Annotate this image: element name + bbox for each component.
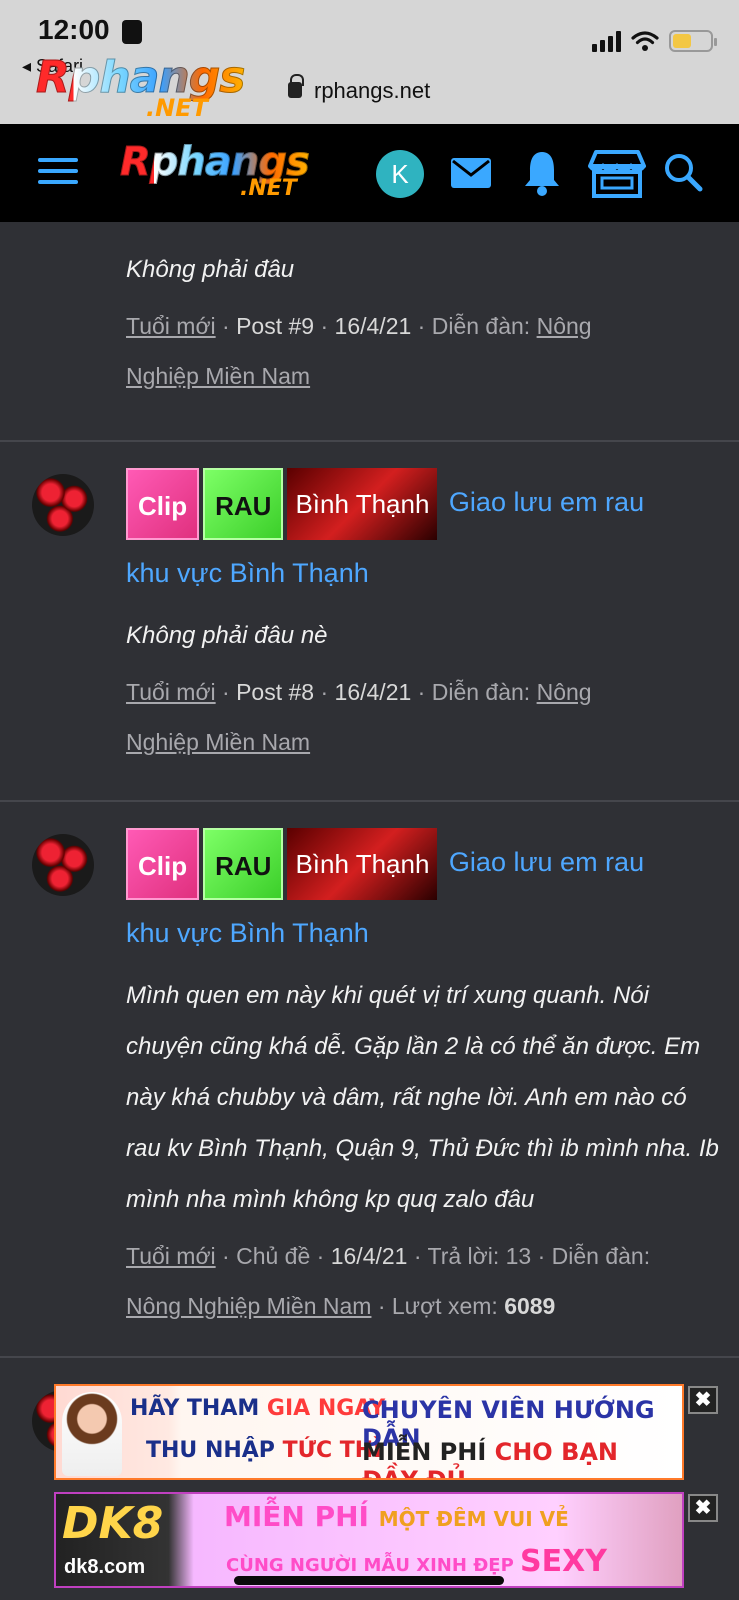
thread-title: Giao lưu em rau [441, 847, 645, 878]
lock-screen-icon [122, 20, 142, 44]
forum-link[interactable]: Nông [537, 313, 592, 339]
thread-title: khu vực Bình Thạnh [126, 558, 369, 588]
post-snippet: Không phải đâu nè [126, 622, 328, 649]
status-icons [592, 30, 717, 52]
bell-icon[interactable] [522, 148, 562, 198]
ad-text: HÃY THAM [130, 1396, 267, 1421]
status-bar: 12:00 ◂ Safari Rphangs .NET rphangs.net [0, 0, 739, 124]
prefix-rau-tag: RAU [203, 468, 284, 540]
ad-banner-bottom[interactable]: DK8 dk8.com MIỄN PHÍ MỘT ĐÊM VUI VẺ CÙNG… [54, 1492, 684, 1588]
post-meta: Tuổi mới · Post #8 · 16/4/21 · Diễn đàn:… [126, 679, 592, 755]
cellular-signal-icon [592, 30, 621, 52]
site-header: Rphangs .NET K [0, 124, 739, 222]
clock-time: 12:00 [38, 14, 110, 45]
post-snippet: Không phải đâu [126, 256, 295, 283]
post-meta: Tuổi mới · Chủ đề · 16/4/21 · Trả lời: 1… [126, 1243, 651, 1319]
prefix-clip-tag: Clip [126, 468, 200, 540]
prefix-clip-tag: Clip [126, 828, 200, 900]
list-item[interactable]: Clip RAU Bình Thạnh Giao lưu em rau khu vự… [0, 802, 739, 1358]
ad-close-button[interactable]: ✖ [688, 1494, 718, 1522]
user-avatar-button[interactable]: K [376, 150, 424, 198]
forum-link[interactable]: Nông [537, 679, 592, 705]
site-logo-small: Rphangs .NET [35, 52, 245, 122]
list-item[interactable]: Clip RAU Bình Thạnh Giao lưu em rau khu vự… [0, 442, 739, 802]
ad-text: CÙNG NGƯỜI MẪU XINH ĐẸP [226, 1555, 521, 1576]
ad-model-image [62, 1392, 122, 1476]
ad-banner-top[interactable]: HÃY THAM GIA NGAY THU NHẬP TỨC THÌ CHUYÊ… [54, 1384, 684, 1480]
address-bar-url[interactable]: rphangs.net [314, 78, 430, 104]
author-link[interactable]: Tuổi mới [126, 313, 216, 339]
battery-icon [669, 30, 717, 52]
ad-text: SEXY [520, 1544, 607, 1579]
list-item[interactable]: Không phải đâu Tuổi mới · Post #9 · 16/4… [0, 222, 739, 442]
ad-domain: dk8.com [64, 1556, 146, 1578]
url-lock-icon [288, 74, 304, 98]
prefix-binh-thanh-tag: Bình Thạnh [287, 828, 438, 900]
ad-close-button[interactable]: ✖ [688, 1386, 718, 1414]
wifi-icon [631, 31, 659, 51]
post-date: 16/4/21 [334, 313, 412, 339]
store-icon[interactable] [588, 148, 646, 200]
post-snippet: Mình quen em này khi quét vị trí xung qu… [126, 982, 719, 1213]
menu-icon[interactable] [38, 158, 78, 186]
forum-link[interactable]: Nông Nghiệp Miền Nam [126, 1293, 371, 1319]
forum-link[interactable]: Nghiệp Miền Nam [126, 363, 310, 389]
reply-count: · Trả lời: 13 · Diễn đàn: [407, 1243, 651, 1269]
ad-text: MIỄN PHÍ [362, 1438, 495, 1466]
post-date: 16/4/21 [330, 1243, 408, 1269]
prefix-rau-tag: RAU [203, 828, 284, 900]
avatar[interactable] [32, 834, 94, 896]
avatar[interactable] [32, 474, 94, 536]
ad-text: MỘT ĐÊM VUI VẺ [378, 1507, 569, 1531]
author-link[interactable]: Tuổi mới [126, 1243, 216, 1269]
post-date: 16/4/21 [334, 679, 412, 705]
site-logo[interactable]: Rphangs .NET [120, 142, 311, 200]
search-icon[interactable] [662, 148, 704, 196]
ad-text: MIỄN PHÍ [224, 1500, 379, 1533]
post-meta: Tuổi mới · Post #9 · 16/4/21 · Diễn đàn:… [126, 313, 592, 389]
ad-text: THU NHẬP [146, 1438, 283, 1463]
prefix-binh-thanh-tag: Bình Thạnh [287, 468, 438, 540]
view-count: 6089 [504, 1293, 556, 1319]
ad-brand-logo: DK8 [62, 1498, 164, 1549]
author-link[interactable]: Tuổi mới [126, 679, 216, 705]
thread-title: Giao lưu em rau [441, 487, 645, 518]
thread-title-link[interactable]: Clip RAU Bình Thạnh Giao lưu em rau khu vự… [126, 468, 719, 606]
home-indicator[interactable] [234, 1576, 504, 1585]
thread-title: khu vực Bình Thạnh [126, 918, 369, 948]
mail-icon[interactable] [450, 148, 492, 196]
thread-title-link[interactable]: Clip RAU Bình Thạnh Giao lưu em rau khu vự… [126, 828, 719, 966]
forum-link[interactable]: Nghiệp Miền Nam [126, 729, 310, 755]
